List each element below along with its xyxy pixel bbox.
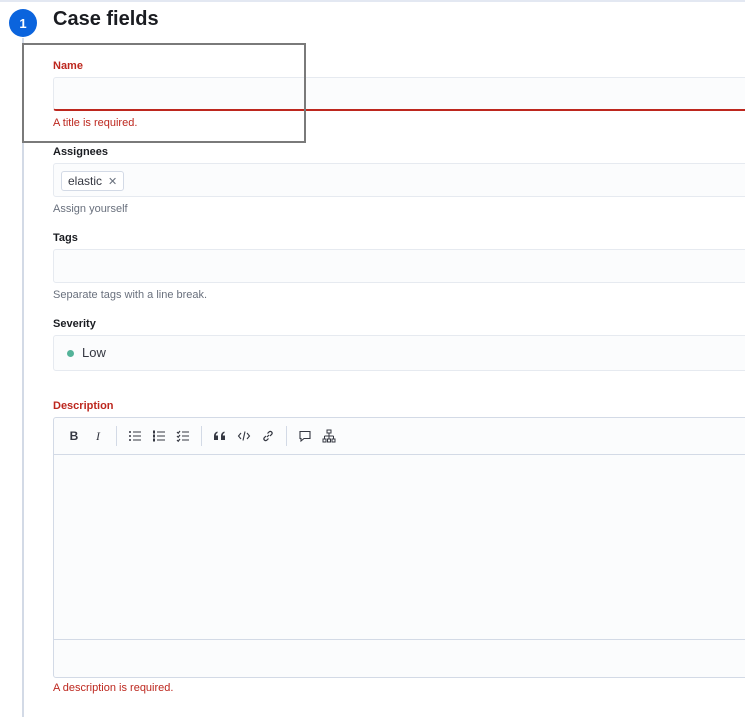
editor-footer	[54, 639, 745, 677]
numbered-list-icon[interactable]	[147, 424, 171, 448]
assignee-badge-label: elastic	[68, 174, 103, 188]
tags-help: Separate tags with a line break.	[53, 289, 208, 301]
description-error: A description is required.	[53, 682, 174, 694]
tags-label: Tags	[53, 232, 78, 244]
checklist-icon[interactable]	[171, 424, 195, 448]
step-title: Case fields	[53, 8, 159, 30]
toolbar-divider	[286, 426, 287, 446]
markdown-toolbar: B I	[54, 418, 745, 455]
link-icon[interactable]	[256, 424, 280, 448]
code-icon[interactable]	[232, 424, 256, 448]
top-divider	[0, 0, 745, 2]
close-icon[interactable]: ✕	[108, 175, 117, 188]
description-label: Description	[53, 400, 114, 412]
toolbar-divider	[116, 426, 117, 446]
assignees-combobox[interactable]: elastic ✕	[53, 163, 745, 197]
assignee-badge: elastic ✕	[61, 171, 125, 191]
bullet-list-icon[interactable]	[123, 424, 147, 448]
tags-combobox[interactable]	[53, 249, 745, 283]
italic-button[interactable]: I	[86, 424, 110, 448]
toolbar-divider	[201, 426, 202, 446]
tree-diagram-icon[interactable]	[317, 424, 341, 448]
description-editor[interactable]: B I	[53, 417, 745, 678]
severity-select[interactable]: Low	[53, 335, 745, 371]
severity-label: Severity	[53, 318, 96, 330]
severity-dot-icon	[67, 350, 74, 357]
assignees-label: Assignees	[53, 146, 109, 158]
assign-yourself-link[interactable]: Assign yourself	[53, 203, 128, 215]
bold-button[interactable]: B	[62, 424, 86, 448]
severity-value: Low	[82, 345, 106, 360]
highlight-box	[22, 43, 306, 143]
comment-icon[interactable]	[293, 424, 317, 448]
quote-icon[interactable]	[208, 424, 232, 448]
step-number-badge: 1	[9, 9, 37, 37]
